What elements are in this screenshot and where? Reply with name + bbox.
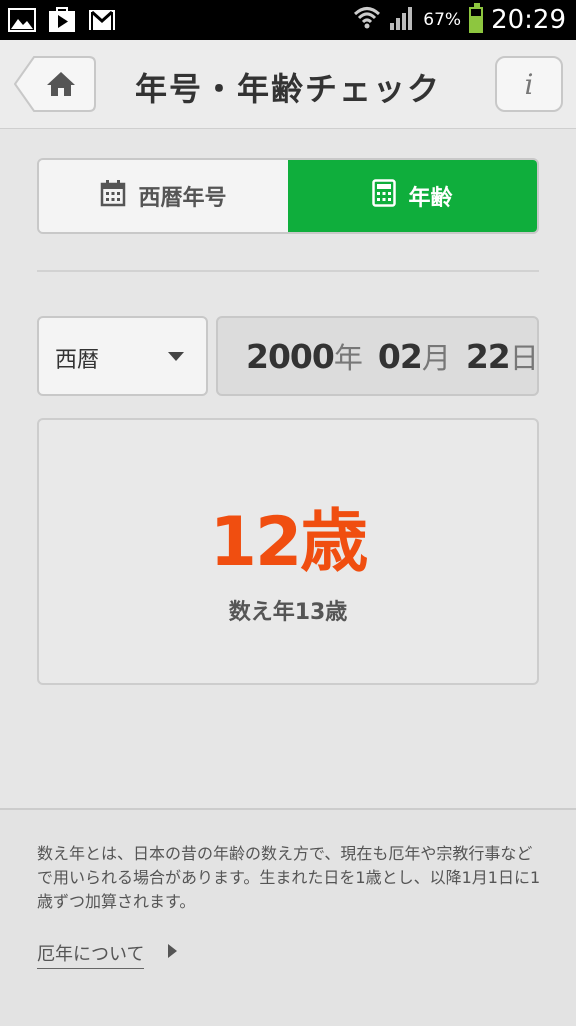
tab-seireki-nengo[interactable]: 西暦年号 [39, 160, 288, 232]
chevron-right-icon [168, 944, 177, 958]
kazoe-age: 数え年13歳 [228, 600, 348, 625]
app-header: 年号・年齢チェック i [0, 40, 576, 129]
info-button[interactable]: i [495, 56, 563, 112]
age-result: 12歳 [209, 503, 369, 582]
year-value[interactable]: 2000 [246, 337, 335, 376]
status-bar: 67% 20:29 [0, 0, 576, 40]
tab-nenrei[interactable]: 年齢 [288, 160, 537, 232]
tab-label: 西暦年号 [138, 186, 227, 211]
year-unit: 年 [333, 341, 363, 375]
system-status: 67% 20:29 [353, 0, 566, 40]
mode-tabs: 西暦年号 年齢 [37, 158, 539, 234]
battery-level-fill [471, 16, 482, 31]
footer-panel: 数え年とは、日本の昔の年齢の数え方で、現在も厄年や宗教行事などで用いられる場合が… [0, 808, 576, 1026]
birthdate-input[interactable]: 2000 年 02 月 22 日 [216, 316, 539, 396]
play-store-icon [48, 6, 76, 34]
battery-icon [469, 3, 484, 33]
month-unit: 月 [421, 341, 451, 375]
era-value: 西暦 [55, 348, 100, 373]
result-card: 12歳 数え年13歳 [37, 418, 539, 685]
calculator-icon [372, 179, 397, 213]
notification-icons [8, 6, 116, 34]
chevron-down-icon [168, 352, 184, 361]
signal-icon [389, 5, 415, 35]
kazoe-description: 数え年とは、日本の昔の年齢の数え方で、現在も厄年や宗教行事などで用いられる場合が… [37, 844, 541, 911]
day-unit: 日 [509, 341, 539, 375]
era-dropdown[interactable]: 西暦 [37, 316, 208, 396]
month-value[interactable]: 02 [378, 337, 423, 376]
calendar-icon [100, 179, 126, 213]
divider [37, 270, 539, 272]
image-icon [8, 6, 36, 34]
page-title: 年号・年齢チェック [134, 70, 441, 108]
battery-percent: 67% [423, 10, 462, 30]
gmail-icon [88, 6, 116, 34]
yakudoshi-link[interactable]: 厄年について [37, 940, 145, 969]
clock: 20:29 [491, 5, 566, 35]
wifi-icon [353, 4, 381, 36]
tab-label: 年齢 [408, 186, 453, 211]
day-value[interactable]: 22 [466, 337, 511, 376]
